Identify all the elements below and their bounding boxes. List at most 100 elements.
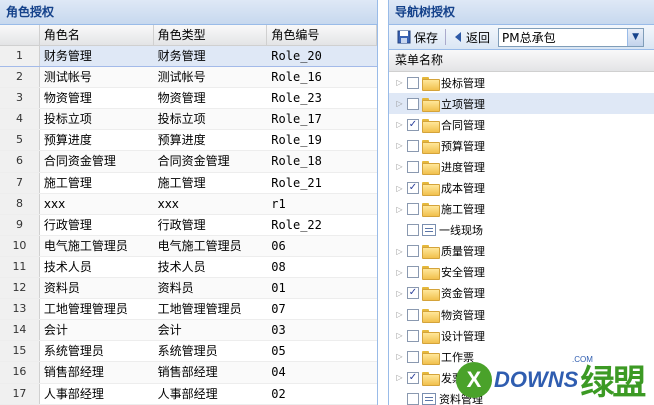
tree-node[interactable]: ▷ ✓ 合同管理	[389, 114, 654, 135]
tree-node[interactable]: ▷ 安全管理	[389, 262, 654, 283]
tree-node-label: 资金管理	[441, 287, 485, 301]
save-icon	[397, 30, 411, 44]
tree-node-label: 成本管理	[441, 182, 485, 196]
table-row[interactable]: 6 合同资金管理 合同资金管理 Role_18	[0, 151, 377, 173]
expand-arrow-icon[interactable]: ▷	[395, 289, 404, 298]
column-role-type[interactable]: 角色类型	[154, 25, 268, 45]
tree-node-checkbox[interactable]	[407, 350, 419, 363]
expand-arrow-icon[interactable]: ▷	[395, 205, 404, 214]
expand-arrow-icon[interactable]: ▷	[395, 162, 404, 171]
tree-node-label: 进度管理	[441, 160, 485, 174]
row-number: 6	[0, 151, 40, 172]
tree-node-checkbox[interactable]	[407, 203, 419, 216]
expand-arrow-icon[interactable]: ▷	[395, 141, 404, 150]
column-role-code[interactable]: 角色编号	[267, 25, 377, 45]
role-name-cell: 人事部经理	[43, 386, 104, 401]
tree-node-checkbox[interactable]	[407, 245, 419, 258]
expand-arrow-icon[interactable]: ▷	[395, 247, 404, 256]
tree-node[interactable]: ▷ 预算管理	[389, 135, 654, 156]
row-number: 2	[0, 67, 40, 88]
role-code-cell: Role_17	[271, 112, 322, 127]
tree-node[interactable]: ▷ 质量管理	[389, 241, 654, 262]
row-number: 9	[0, 214, 40, 235]
tree-node-checkbox[interactable]	[407, 392, 419, 405]
table-row[interactable]: 12 资料员 资料员 01	[0, 278, 377, 300]
tree-node-label: 物资管理	[441, 308, 485, 322]
tree-node[interactable]: ▷ 施工管理	[389, 199, 654, 220]
role-type-cell: 资料员	[157, 281, 194, 296]
folder-icon	[422, 350, 440, 365]
folder-icon	[422, 97, 440, 112]
role-code-cell: 06	[271, 238, 286, 253]
role-name-cell: 技术人员	[43, 259, 92, 274]
table-row[interactable]: 10 电气施工管理员 电气施工管理员 06	[0, 235, 377, 257]
expand-arrow-icon[interactable]: ▷	[395, 184, 404, 193]
table-row[interactable]: 14 会计 会计 03	[0, 320, 377, 342]
table-row[interactable]: 8 xxx xxx r1	[0, 193, 377, 215]
tree-node[interactable]: ▷ 立项管理	[389, 93, 654, 115]
expand-arrow-icon[interactable]: ▷	[395, 373, 404, 382]
expand-arrow-icon[interactable]: ▷	[395, 352, 404, 361]
tree-node[interactable]: ▷ 物资管理	[389, 304, 654, 325]
expand-arrow-icon[interactable]: ▷	[395, 310, 404, 319]
expand-arrow-icon[interactable]: ▷	[395, 268, 404, 277]
tree-column-header: 菜单名称	[389, 50, 654, 72]
tree-node-checkbox[interactable]: ✓	[407, 287, 419, 300]
expand-arrow-icon[interactable]: ▷	[395, 99, 404, 108]
row-number: 1	[0, 46, 40, 67]
table-row[interactable]: 11 技术人员 技术人员 08	[0, 256, 377, 279]
tree-node[interactable]: ▷ ✓ 发票	[389, 367, 654, 388]
column-role-name[interactable]: 角色名	[40, 25, 154, 45]
tree-node-checkbox[interactable]	[407, 76, 419, 89]
tree-node[interactable]: 一线现场	[389, 220, 654, 241]
role-type-cell: 系统管理员	[157, 344, 218, 359]
table-row[interactable]: 3 物资管理 物资管理 Role_23	[0, 88, 377, 110]
tree-node-checkbox[interactable]	[407, 139, 419, 152]
chevron-down-icon[interactable]: ▼	[627, 28, 644, 46]
table-row[interactable]: 13 工地管理管理员 工地管理管理员 07	[0, 299, 377, 321]
save-button[interactable]: 保存	[393, 27, 442, 48]
role-code-cell: 04	[271, 365, 286, 380]
tree-toolbar: 保存 返回 PM总承包 ▼	[389, 25, 654, 50]
role-type-cell: 会计	[157, 323, 182, 338]
role-type-cell: 预算进度	[157, 133, 206, 148]
table-row[interactable]: 15 系统管理员 系统管理员 05	[0, 341, 377, 363]
table-row[interactable]: 4 投标立项 投标立项 Role_17	[0, 109, 377, 131]
tree-node[interactable]: ▷ 工作票	[389, 346, 654, 367]
tree-node-checkbox[interactable]	[407, 97, 419, 110]
role-name-cell: 行政管理	[43, 217, 92, 232]
tree-node[interactable]: ▷ ✓ 资金管理	[389, 283, 654, 304]
row-number: 12	[0, 278, 40, 299]
folder-icon	[422, 266, 440, 281]
tree-node-checkbox[interactable]: ✓	[407, 371, 419, 384]
table-row[interactable]: 1 财务管理 财务管理 Role_20	[0, 46, 377, 68]
tree-node[interactable]: ▷ 进度管理	[389, 156, 654, 177]
tree-node-checkbox[interactable]: ✓	[407, 182, 419, 195]
tree-node-checkbox[interactable]	[407, 308, 419, 321]
tree-node-checkbox[interactable]	[407, 329, 419, 342]
expand-arrow-icon[interactable]: ▷	[395, 331, 404, 340]
table-row[interactable]: 5 预算进度 预算进度 Role_19	[0, 130, 377, 152]
tree-node-checkbox[interactable]	[407, 266, 419, 279]
table-row[interactable]: 7 施工管理 施工管理 Role_21	[0, 172, 377, 194]
role-name-cell: 投标立项	[43, 112, 92, 127]
tree-node[interactable]: ▷ 设计管理	[389, 325, 654, 346]
tree-node-checkbox[interactable]: ✓	[407, 118, 419, 131]
tree-node[interactable]: ▷ ✓ 成本管理	[389, 177, 654, 198]
tree-node[interactable]: ▷ 投标管理	[389, 72, 654, 93]
row-number: 17	[0, 383, 40, 404]
back-button[interactable]: 返回	[449, 27, 494, 48]
row-number: 11	[0, 256, 40, 278]
tree-node[interactable]: 资料管理	[389, 388, 654, 405]
table-row[interactable]: 17 人事部经理 人事部经理 02	[0, 383, 377, 405]
tree-node-label: 预算管理	[441, 139, 485, 153]
expand-arrow-icon[interactable]: ▷	[395, 120, 404, 129]
table-row[interactable]: 9 行政管理 行政管理 Role_22	[0, 214, 377, 236]
table-row[interactable]: 16 销售部经理 销售部经理 04	[0, 362, 377, 384]
role-code-cell: 07	[271, 302, 286, 317]
tree-node-checkbox[interactable]	[407, 160, 419, 173]
expand-arrow-icon[interactable]: ▷	[395, 78, 404, 87]
tree-node-checkbox[interactable]	[407, 224, 419, 237]
project-type-select[interactable]: PM总承包 ▼	[498, 27, 645, 47]
table-row[interactable]: 2 测试帐号 测试帐号 Role_16	[0, 67, 377, 89]
